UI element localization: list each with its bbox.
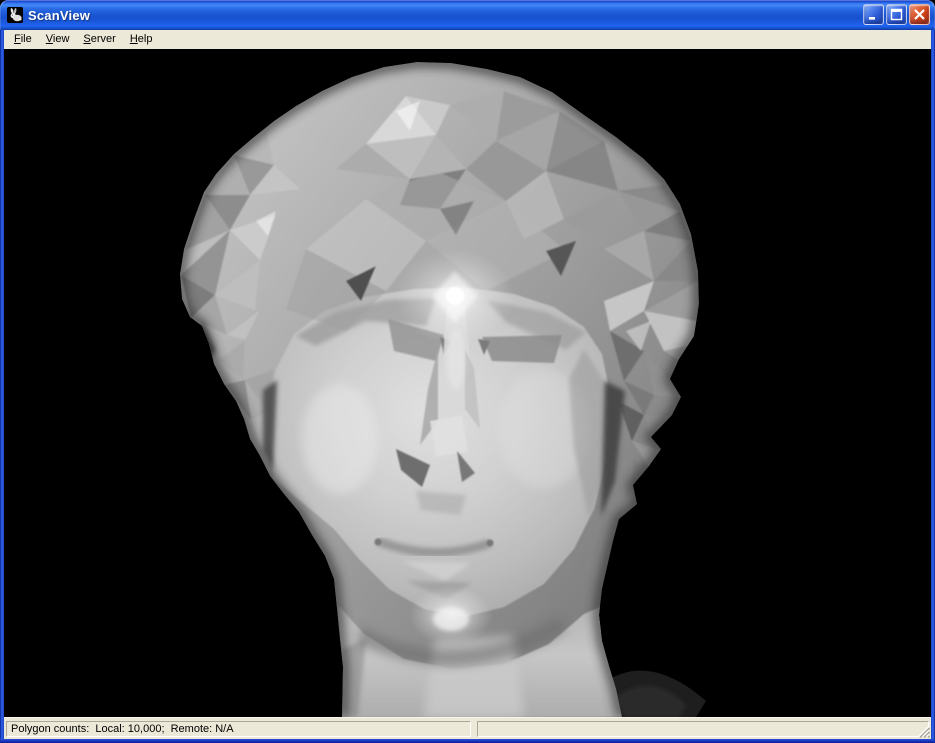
menu-server-rest: erver [91,33,116,45]
maximize-button[interactable] [886,4,907,25]
menu-view-accel: V [46,33,53,45]
resize-grip[interactable] [917,725,930,738]
menu-help[interactable]: Help [123,31,160,48]
head-group [180,62,699,717]
window-title: ScanView [28,8,90,23]
minimize-icon [867,8,880,21]
menu-view[interactable]: View [39,31,77,48]
status-bar: Polygon counts: Local: 10,000; Remote: N… [4,717,931,739]
status-polygon-counts: Polygon counts: Local: 10,000; Remote: N… [6,721,471,737]
app-window: ScanView File View Server Help [0,0,935,743]
close-icon [913,8,926,21]
menu-help-accel: H [130,33,138,45]
menu-view-rest: iew [53,33,70,45]
menu-help-rest: elp [138,33,153,45]
menu-file-rest: ile [21,33,32,45]
minimize-button[interactable] [863,4,884,25]
status-secondary-pane [477,721,929,737]
menu-server[interactable]: Server [76,31,122,48]
menu-bar: File View Server Help [4,30,931,49]
window-border-right [931,30,935,739]
menu-file[interactable]: File [7,31,39,48]
title-bar[interactable]: ScanView [0,0,935,30]
maximize-icon [890,8,903,21]
render-canvas[interactable] [4,49,931,717]
menu-server-accel: S [83,33,90,45]
bunny-app-icon [7,7,23,23]
close-button[interactable] [909,4,930,25]
menu-file-accel: F [14,33,21,45]
status-polygon-counts-text: Polygon counts: Local: 10,000; Remote: N… [11,723,234,735]
david-head-model [4,49,931,717]
window-controls [863,4,930,25]
window-border-bottom [0,739,935,743]
